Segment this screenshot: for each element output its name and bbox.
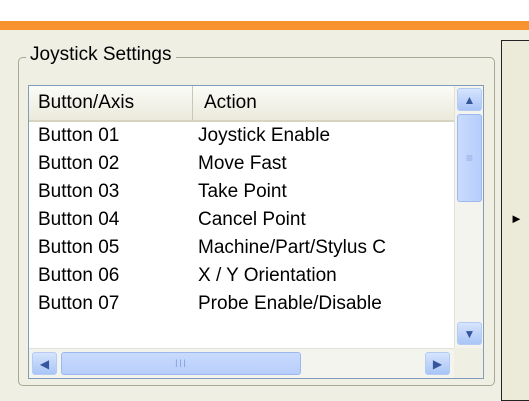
scrollbar-corner — [454, 348, 483, 378]
action-cell: Cancel Point — [198, 209, 306, 230]
button-cell: Button 02 — [38, 153, 120, 174]
list-item[interactable]: Button 02 Move Fast — [29, 150, 454, 178]
arrow-right-icon: ► — [510, 211, 523, 226]
chevron-right-icon: ▶ — [432, 356, 443, 371]
accent-bar — [0, 21, 529, 30]
joystick-mapping-list[interactable]: Button/Axis Action Button 01 Joystick En… — [28, 85, 484, 379]
scroll-left-button[interactable]: ◀ — [32, 352, 57, 375]
chevron-up-icon: ▲ — [463, 92, 476, 107]
button-cell: Button 06 — [38, 265, 120, 286]
list-item[interactable]: Button 05 Machine/Part/Stylus C — [29, 234, 454, 262]
action-cell: X / Y Orientation — [198, 265, 337, 286]
expand-panel-button[interactable]: ► — [501, 40, 529, 401]
group-title: Joystick Settings — [26, 43, 176, 67]
button-cell: Button 04 — [38, 209, 120, 230]
list-item[interactable]: Button 04 Cancel Point — [29, 206, 454, 234]
column-header-action[interactable]: Action — [194, 86, 454, 120]
list-item[interactable]: Button 06 X / Y Orientation — [29, 262, 454, 290]
list-item[interactable]: Button 01 Joystick Enable — [29, 122, 454, 150]
action-cell: Machine/Part/Stylus C — [198, 237, 386, 258]
scroll-up-button[interactable]: ▲ — [457, 88, 482, 111]
action-cell: Joystick Enable — [198, 125, 331, 146]
button-cell: Button 07 — [38, 293, 120, 314]
button-cell: Button 05 — [38, 237, 120, 258]
chevron-down-icon: ▼ — [463, 326, 476, 341]
list-rows: Button 01 Joystick Enable Button 02 Move… — [29, 122, 454, 348]
column-header-button-axis[interactable]: Button/Axis — [29, 86, 193, 120]
scroll-down-button[interactable]: ▼ — [457, 322, 482, 345]
list-header: Button/Axis Action — [29, 86, 454, 122]
horizontal-scroll-thumb[interactable]: III — [61, 352, 301, 375]
action-cell: Probe Enable/Disable — [198, 293, 382, 314]
action-cell: Take Point — [198, 181, 287, 202]
scroll-right-button[interactable]: ▶ — [425, 352, 450, 375]
vertical-scroll-thumb[interactable]: ≡ — [457, 114, 482, 202]
title-area — [0, 0, 529, 21]
button-cell: Button 01 — [38, 125, 120, 146]
horizontal-scrollbar[interactable]: ◀ III ▶ — [29, 348, 454, 378]
grip-icon: III — [174, 357, 188, 370]
grip-icon: ≡ — [465, 151, 473, 165]
vertical-scrollbar[interactable]: ▲ ≡ ▼ — [454, 86, 483, 348]
chevron-left-icon: ◀ — [39, 356, 50, 371]
button-cell: Button 03 — [38, 181, 120, 202]
list-item[interactable]: Button 03 Take Point — [29, 178, 454, 206]
list-item[interactable]: Button 07 Probe Enable/Disable — [29, 290, 454, 318]
action-cell: Move Fast — [198, 153, 287, 174]
